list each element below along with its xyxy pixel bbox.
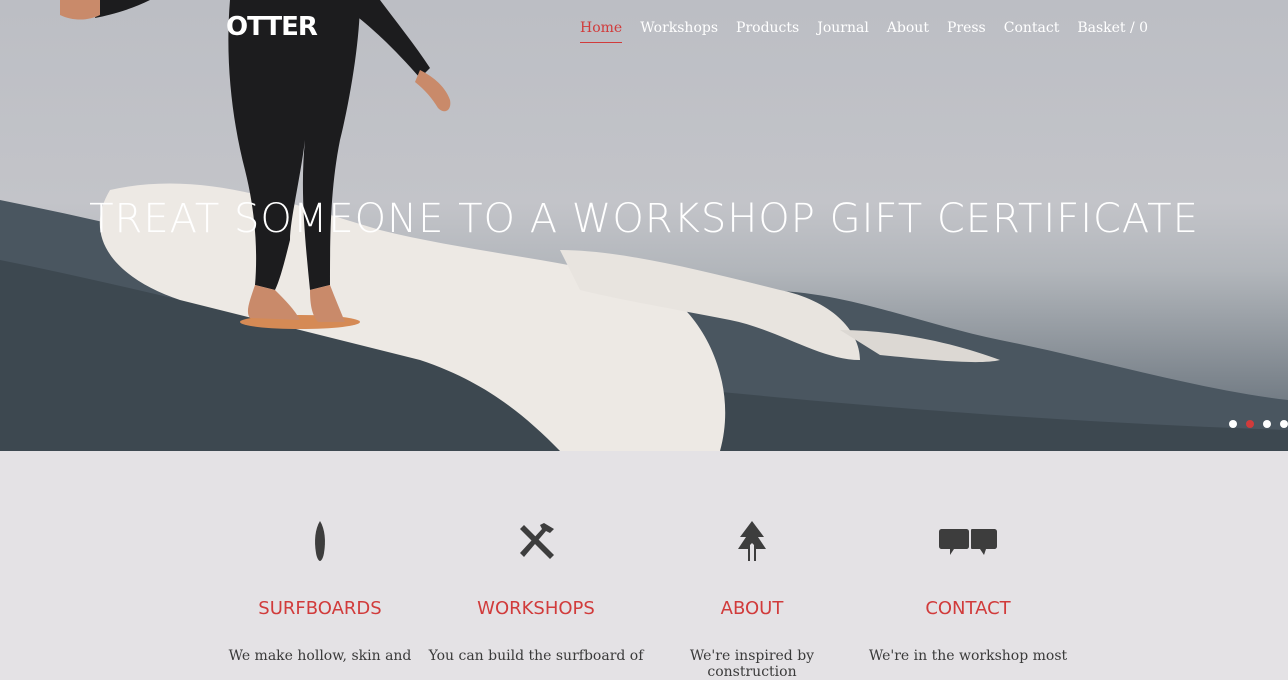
- slider-dot[interactable]: [1263, 420, 1271, 428]
- hero-headline: TREAT SOMEONE TO A WORKSHOP GIFT CERTIFI…: [89, 196, 1199, 242]
- feature-text: You can build the surfboard of: [428, 648, 644, 664]
- slider-dot[interactable]: [1280, 420, 1288, 428]
- surfboard-icon[interactable]: [212, 519, 428, 563]
- nav-basket[interactable]: Basket / 0: [1077, 20, 1148, 43]
- slider-dot[interactable]: [1229, 420, 1237, 428]
- feature-text: We make hollow, skin and: [228, 648, 412, 664]
- speech-bubbles-icon[interactable]: [860, 519, 1076, 563]
- feature-surfboards: SURFBOARDS We make hollow, skin and: [212, 451, 428, 673]
- feature-title[interactable]: SURFBOARDS: [212, 598, 428, 619]
- nav-contact[interactable]: Contact: [1004, 20, 1060, 43]
- nav-products[interactable]: Products: [736, 20, 799, 43]
- feature-about: ABOUT We're inspired by construction: [644, 451, 860, 680]
- slider-dots: [1229, 420, 1288, 428]
- feature-title[interactable]: WORKSHOPS: [428, 598, 644, 619]
- nav-home[interactable]: Home: [580, 20, 623, 43]
- nav-journal[interactable]: Journal: [817, 20, 869, 43]
- feature-text: We're inspired by construction: [689, 648, 815, 680]
- feature-contact: CONTACT We're in the workshop most: [860, 451, 1076, 673]
- hero-banner: OTTER Home Workshops Products Journal Ab…: [0, 0, 1288, 451]
- feature-text: We're in the workshop most: [868, 648, 1068, 664]
- feature-workshops: WORKSHOPS You can build the surfboard of: [428, 451, 644, 673]
- feature-title[interactable]: CONTACT: [860, 598, 1076, 619]
- features-section: SURFBOARDS We make hollow, skin and WORK…: [0, 451, 1288, 680]
- main-nav: Home Workshops Products Journal About Pr…: [580, 20, 1148, 43]
- feature-title[interactable]: ABOUT: [644, 598, 860, 619]
- nav-press[interactable]: Press: [947, 20, 986, 43]
- nav-workshops[interactable]: Workshops: [640, 20, 718, 43]
- slider-dot-active[interactable]: [1246, 420, 1254, 428]
- nav-about[interactable]: About: [887, 20, 929, 43]
- tools-icon[interactable]: [428, 519, 644, 563]
- logo[interactable]: OTTER: [226, 12, 318, 42]
- tree-icon[interactable]: [644, 519, 860, 563]
